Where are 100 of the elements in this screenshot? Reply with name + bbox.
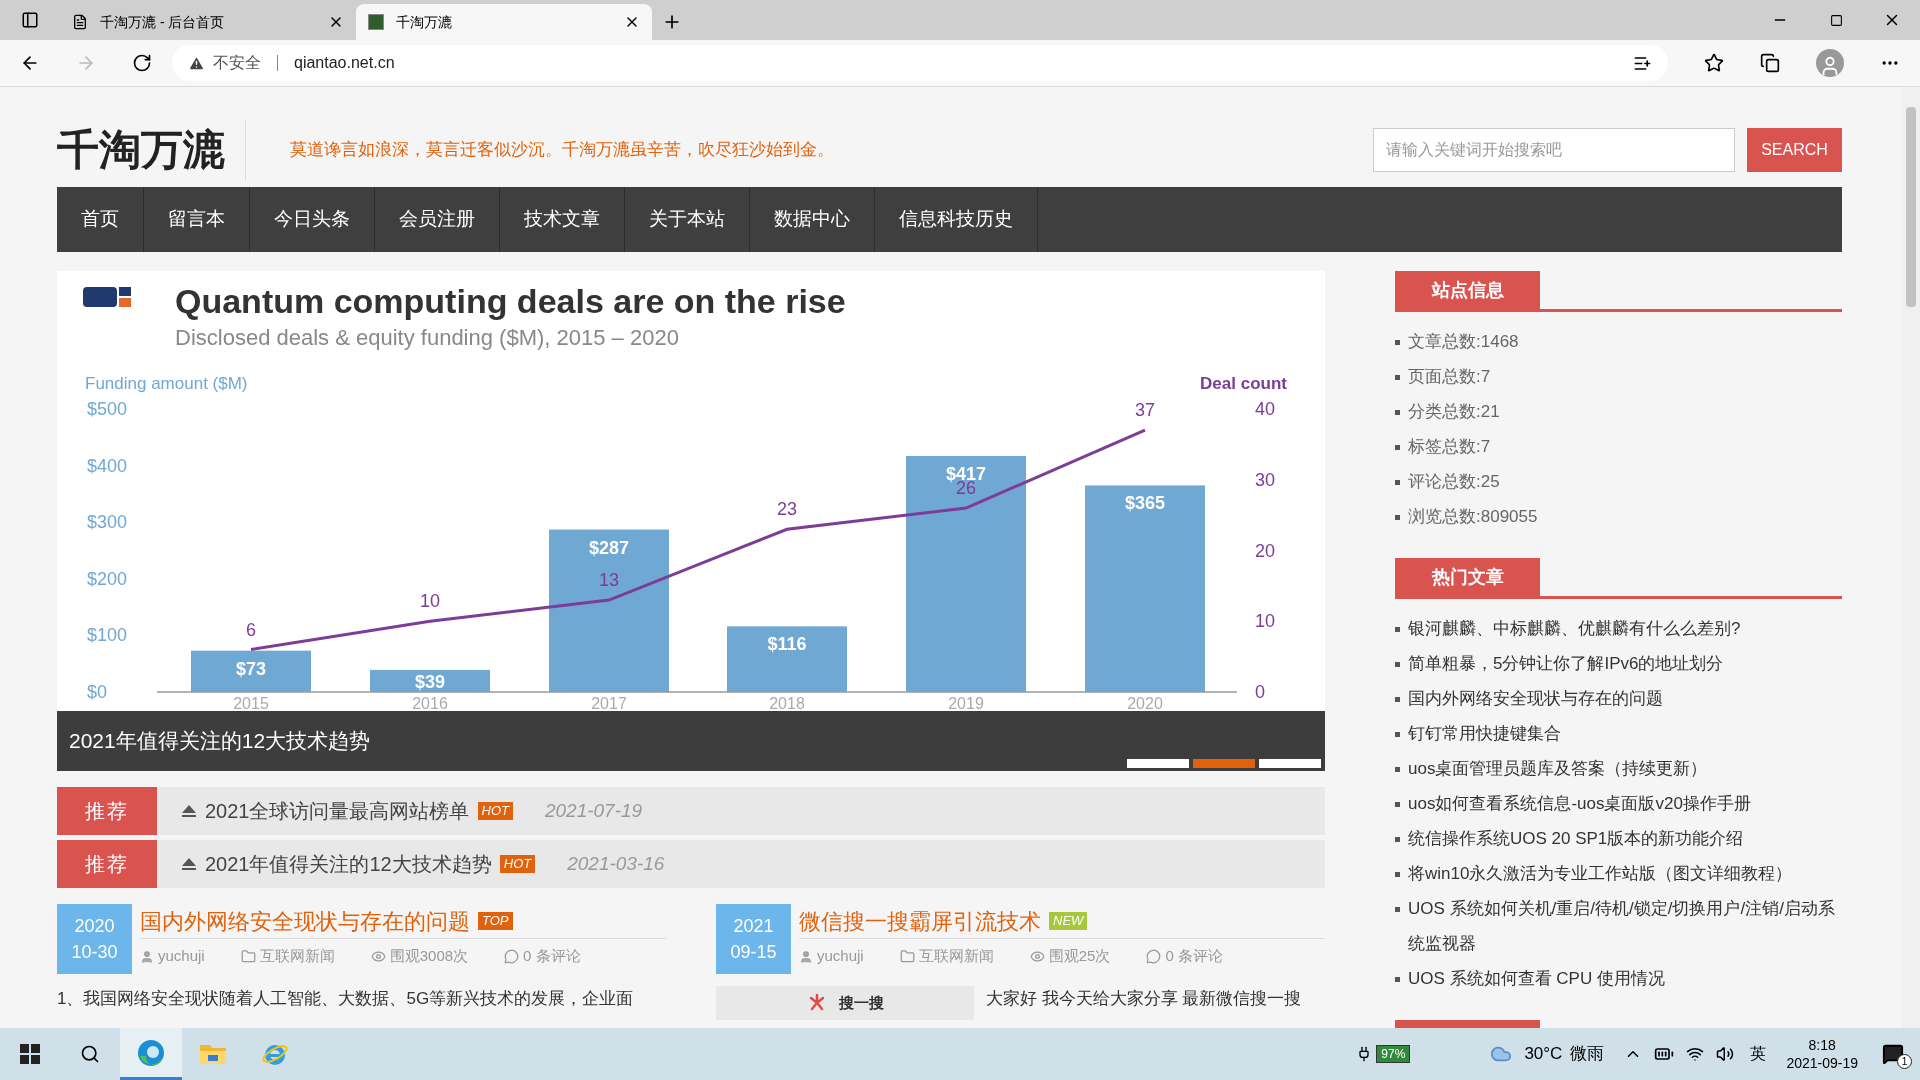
article-link[interactable]: 简单粗暴，5分钟让你了解IPv6的地址划分 (1408, 646, 1724, 681)
nav-item[interactable]: 会员注册 (375, 187, 500, 252)
recommend-date: 2021-03-16 (567, 851, 665, 876)
notification-icon[interactable] (1882, 1043, 1904, 1065)
stat-item: 页面总数:7 (1408, 366, 1491, 388)
bar-value-label: $73 (236, 658, 266, 679)
windows-start-icon[interactable] (20, 1044, 40, 1064)
chart-axis-label: Funding amount ($M) (85, 374, 248, 393)
chart-axis-label: Deal count (1200, 374, 1287, 393)
nav-item[interactable]: 技术文章 (500, 187, 625, 252)
post-views: 围观3008次 (389, 946, 469, 967)
nav-item[interactable]: 数据中心 (750, 187, 875, 252)
eye-icon (1029, 949, 1045, 964)
article-link[interactable]: UOS 系统如何关机/重启/待机/锁定/切换用户/注销/启动系统监视器 (1408, 891, 1842, 961)
tab-title: 千淘万漉 (396, 12, 453, 32)
axis-tick-label: 20 (1255, 540, 1276, 561)
folder-icon (240, 949, 256, 964)
weather-text[interactable]: 微雨 (1570, 1041, 1605, 1067)
address-bar[interactable]: 不安全 qiantao.net.cn (172, 45, 1668, 81)
bar-value-label: $287 (589, 537, 629, 558)
widget-title: 热门文章 (1395, 558, 1540, 596)
axis-tick-label: 2015 (233, 695, 269, 712)
nav-item[interactable]: 留言本 (144, 187, 250, 252)
axis-tick-label: $0 (87, 682, 108, 702)
recommend-date: 2021-07-19 (544, 798, 643, 823)
search-icon[interactable] (80, 1044, 100, 1064)
chart-subtitle: Disclosed deals & equity funding ($M), 2015 – 2020 (175, 324, 679, 352)
volume-icon[interactable] (1716, 1045, 1735, 1063)
restore-icon[interactable] (1829, 13, 1843, 27)
ime-indicator[interactable]: 英 (1750, 1042, 1767, 1066)
article-link[interactable]: 统信操作系统UOS 20 SP1版本的新功能介绍 (1408, 821, 1744, 856)
line-value-label: 13 (599, 570, 619, 591)
date-year: 2020 (74, 915, 115, 938)
notification-count: 1 (1897, 1054, 1912, 1069)
axis-tick-label: 2019 (948, 695, 984, 712)
axis-tick-label: 2017 (591, 695, 627, 712)
folder-icon[interactable] (199, 1042, 227, 1066)
axis-tick-label: $500 (87, 399, 128, 419)
bar-value-label: $39 (415, 672, 445, 692)
clock[interactable]: 8:18 2021-09-19 (1786, 1036, 1858, 1072)
battery-indicator[interactable]: 97% (1376, 1045, 1411, 1063)
date-day: 10-30 (71, 939, 118, 965)
bullet-icon (1395, 837, 1400, 842)
nav-item[interactable]: 首页 (57, 187, 144, 252)
article-link[interactable]: uos如何查看系统信息-uos桌面版v20操作手册 (1408, 786, 1751, 821)
bullet-icon (1395, 872, 1400, 877)
temperature[interactable]: 30°C (1524, 1041, 1563, 1067)
bullet-icon (1395, 767, 1400, 772)
recommend-row[interactable]: 推荐 2021全球访问量最高网站榜单 HOT 2021-07-19 (57, 787, 1325, 835)
article-link[interactable]: UOS 系统如何查看 CPU 使用情况 (1408, 961, 1665, 996)
chart-title: Quantum computing deals are on the rise (175, 282, 846, 320)
stat-item: 浏览总数:809055 (1408, 506, 1538, 528)
axis-tick-label: $100 (87, 625, 128, 646)
tab-actions-icon[interactable] (21, 11, 39, 29)
slide-caption[interactable]: 2021年值得关注的12大技术趋势 (69, 725, 371, 757)
article-link[interactable]: 钉钉常用快捷键集合 (1408, 716, 1561, 751)
article-link[interactable]: 国内外网络安全现状与存在的问题 (1408, 681, 1663, 716)
axis-tick-label: 10 (1255, 611, 1276, 632)
stat-item: 标签总数:7 (1408, 436, 1491, 458)
search-field[interactable]: 请输入关键词开始搜索吧 (1373, 128, 1735, 172)
recommend-title[interactable]: 2021全球访问量最高网站榜单 (205, 796, 470, 826)
date-year: 2021 (733, 915, 774, 938)
article-link[interactable]: 银河麒麟、中标麒麟、优麒麟有什么么差别? (1408, 611, 1741, 646)
axis-tick-label: $400 (87, 455, 128, 476)
article-link[interactable]: 将win10永久激活为专业工作站版（图文详细教程） (1408, 856, 1793, 891)
wifi-icon[interactable] (1686, 1045, 1705, 1063)
site-slogan: 莫道谗言如浪深，莫言迁客似沙沉。千淘万漉虽辛苦，吹尽狂沙始到金。 (290, 139, 835, 162)
edge-browser-icon[interactable] (136, 1037, 166, 1068)
thumbnail-label: 搜一搜 (838, 992, 884, 1013)
url-text: qiantao.net.cn (294, 53, 396, 73)
collections-icon[interactable] (1760, 53, 1780, 73)
eject-icon (181, 857, 197, 871)
post-thumbnail[interactable]: 搜一搜 (716, 986, 974, 1020)
tag-label: NEW (1049, 912, 1088, 930)
bullet-icon (1395, 445, 1400, 450)
line-value-label: 37 (1135, 400, 1155, 421)
bullet-icon (1395, 480, 1400, 485)
clock-time: 8:18 (1808, 1036, 1836, 1054)
axis-tick-label: 2018 (769, 695, 805, 712)
recommend-badge: 推荐 (57, 787, 157, 835)
bullet-icon (1395, 340, 1400, 345)
site-logo[interactable]: 千淘万漉 (57, 119, 246, 181)
browser-tab[interactable]: 千淘万漉 (356, 4, 652, 40)
article-link[interactable]: uos桌面管理员题库及答案（持续更新） (1408, 751, 1708, 786)
comment-icon (504, 949, 520, 964)
nav-item[interactable]: 关于本站 (625, 187, 750, 252)
nav-item[interactable]: 今日头条 (250, 187, 375, 252)
search-button[interactable]: SEARCH (1747, 128, 1842, 172)
line-value-label: 10 (420, 591, 440, 612)
favorites-icon[interactable] (1704, 53, 1724, 73)
reload-icon[interactable] (132, 53, 152, 73)
recommend-title[interactable]: 2021年值得关注的12大技术趋势 (205, 849, 492, 879)
axis-tick-label: 0 (1255, 682, 1265, 702)
bullet-icon (1395, 907, 1400, 912)
user-icon (799, 949, 813, 964)
recommend-row[interactable]: 推荐 2021年值得关注的12大技术趋势 HOT 2021-03-16 (57, 840, 1325, 888)
bullet-icon (1395, 732, 1400, 737)
profile-avatar[interactable] (1816, 49, 1844, 77)
scrollbar[interactable] (1902, 87, 1920, 1028)
nav-item[interactable]: 信息科技历史 (875, 187, 1038, 252)
